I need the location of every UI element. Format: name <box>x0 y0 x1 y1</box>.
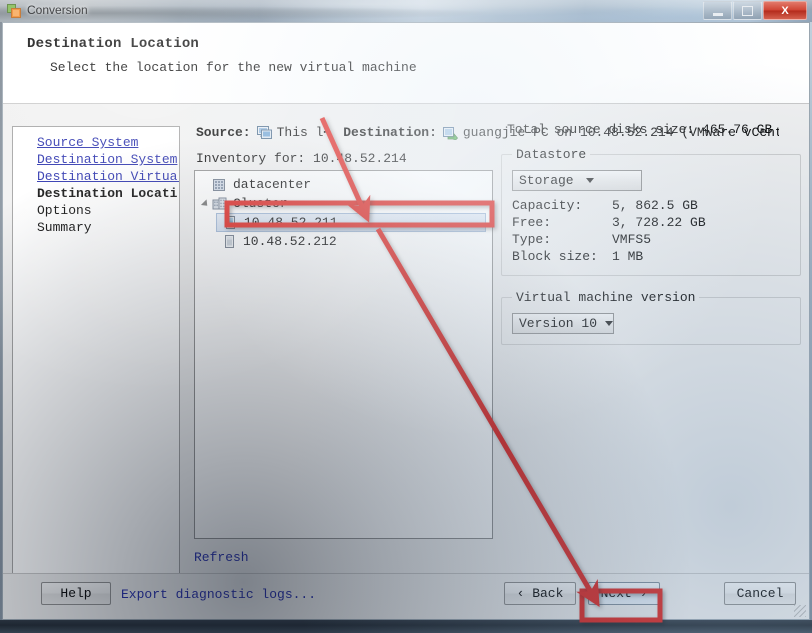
window-client-area: Destination Location Select the location… <box>2 22 810 620</box>
page-title: Destination Location <box>27 36 200 52</box>
sidebar-item-source-system[interactable]: Source System <box>37 135 138 150</box>
property-key: Block size: <box>512 249 598 264</box>
property-row: Free: 3, 728.22 GB <box>512 214 706 231</box>
property-value: 1 MB <box>612 249 644 264</box>
refresh-link[interactable]: Refresh <box>194 550 249 565</box>
resize-grip[interactable] <box>794 605 806 617</box>
close-button[interactable]: X <box>763 1 807 20</box>
property-row: Capacity: 5, 862.5 GB <box>512 197 706 214</box>
tree-item-label: 10.48.52.212 <box>243 234 337 249</box>
wizard-step-nav: Source System Destination System Destina… <box>12 126 180 586</box>
inventory-tree[interactable]: datacenter Cluster 10.48.52.211 10.48.52… <box>194 170 493 539</box>
cancel-button[interactable]: Cancel <box>724 582 796 605</box>
desktop-background: Conversion X Destination Location Select… <box>0 0 812 633</box>
sidebar-item-summary[interactable]: Summary <box>37 220 92 235</box>
back-button[interactable]: ‹ Back <box>504 582 576 605</box>
window-titlebar: Conversion X <box>0 0 812 22</box>
content-pane: Source: This l⋯ Destination: guangjie-PC… <box>188 104 809 619</box>
property-value: 3, 728.22 GB <box>612 215 706 230</box>
property-value: 5, 862.5 GB <box>612 198 698 213</box>
computer-icon <box>256 125 272 140</box>
chevron-down-icon[interactable] <box>605 321 614 326</box>
host-icon <box>223 215 238 230</box>
next-button[interactable]: Next › <box>588 582 660 605</box>
property-key: Free: <box>512 215 552 230</box>
inventory-label: Inventory for: 10.48.52.214 <box>196 151 407 166</box>
conversion-window: Conversion X Destination Location Select… <box>0 0 812 625</box>
minimize-button[interactable] <box>703 1 732 20</box>
datastore-selected-value: Storage <box>519 173 574 188</box>
help-button[interactable]: Help <box>41 582 111 605</box>
tree-item-label: datacenter <box>233 177 312 192</box>
tree-item-host[interactable]: 10.48.52.212 <box>195 232 492 251</box>
property-key: Type: <box>512 232 552 247</box>
property-value: VMFS5 <box>612 232 652 247</box>
tree-item-host-selected[interactable]: 10.48.52.211 <box>216 213 486 232</box>
datastore-group-legend: Datastore <box>516 147 587 162</box>
vm-version-selected-value: Version 10 <box>519 316 598 331</box>
destination-label: Destination: <box>343 125 437 140</box>
tree-expander-expanded-icon[interactable] <box>199 198 212 209</box>
titlebar-glass <box>0 0 812 22</box>
source-label: Source: <box>196 125 251 140</box>
sidebar-item-destination-virtual-machine[interactable]: Destination Virtual M <box>37 169 179 184</box>
property-row: Type: VMFS5 <box>512 231 706 248</box>
sidebar-item-destination-location[interactable]: Destination Locati <box>37 186 177 201</box>
datastore-properties: Capacity: 5, 862.5 GB Free: 3, 728.22 GB… <box>512 197 706 265</box>
wizard-footer: Help Export diagnostic logs... ‹ Back Ne… <box>3 573 809 619</box>
sidebar-item-destination-system[interactable]: Destination System <box>37 152 177 167</box>
property-key: Capacity: <box>512 198 583 213</box>
page-subtitle: Select the location for the new virtual … <box>50 60 417 75</box>
tree-item-datacenter[interactable]: datacenter <box>195 175 492 194</box>
property-row: Block size: 1 MB <box>512 248 706 265</box>
destination-info-panel: Total source disks size: 465.76 GB Datas… <box>501 122 801 359</box>
tree-item-label: Cluster <box>233 196 288 211</box>
tree-item-label: 10.48.52.211 <box>244 215 338 230</box>
vm-version-group-legend: Virtual machine version <box>516 290 696 305</box>
wizard-header: Destination Location Select the location… <box>3 23 809 104</box>
datastore-group: Datastore Storage Capacity: 5, 862.5 GB <box>501 147 801 276</box>
sidebar-item-options[interactable]: Options <box>37 203 92 218</box>
tree-item-cluster[interactable]: Cluster <box>195 194 492 213</box>
datacenter-icon <box>212 177 227 192</box>
window-title: Conversion <box>27 3 88 17</box>
total-source-disks-size: Total source disks size: 465.76 GB <box>507 122 773 137</box>
vm-version-select[interactable]: Version 10 <box>512 313 614 334</box>
chevron-down-icon[interactable] <box>582 178 599 183</box>
source-value: This l⋯ <box>276 125 332 140</box>
vm-version-group: Virtual machine version Version 10 <box>501 290 801 345</box>
datastore-select[interactable]: Storage <box>512 170 642 191</box>
host-icon <box>222 234 237 249</box>
export-diagnostic-logs-link[interactable]: Export diagnostic logs... <box>121 587 316 602</box>
cluster-icon <box>212 196 227 211</box>
maximize-button[interactable] <box>733 1 762 20</box>
wizard-body: Source System Destination System Destina… <box>3 104 809 619</box>
vmware-converter-icon <box>7 4 21 18</box>
vm-import-icon <box>442 126 458 142</box>
